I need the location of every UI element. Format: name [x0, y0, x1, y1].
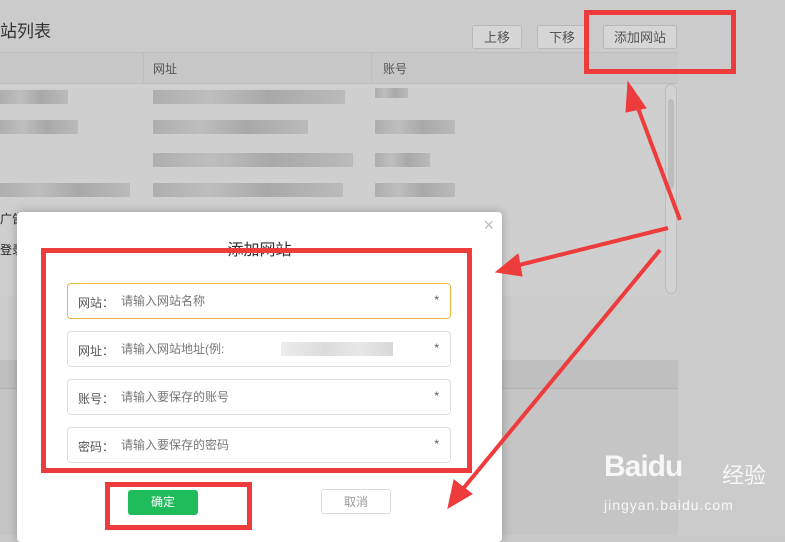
arrow-to-add-button: [633, 99, 682, 221]
arrow-head: [494, 253, 523, 277]
watermark-brand: 经验: [722, 463, 767, 488]
arrow-to-form: [514, 226, 669, 268]
arrow-head: [625, 80, 647, 113]
watermark-logo: Baidu: [604, 450, 683, 483]
watermark-url: jingyan.baidu.com: [604, 497, 734, 513]
baidu-jingyan-watermark: Baidu 经验 jingyan.baidu.com: [604, 450, 785, 535]
